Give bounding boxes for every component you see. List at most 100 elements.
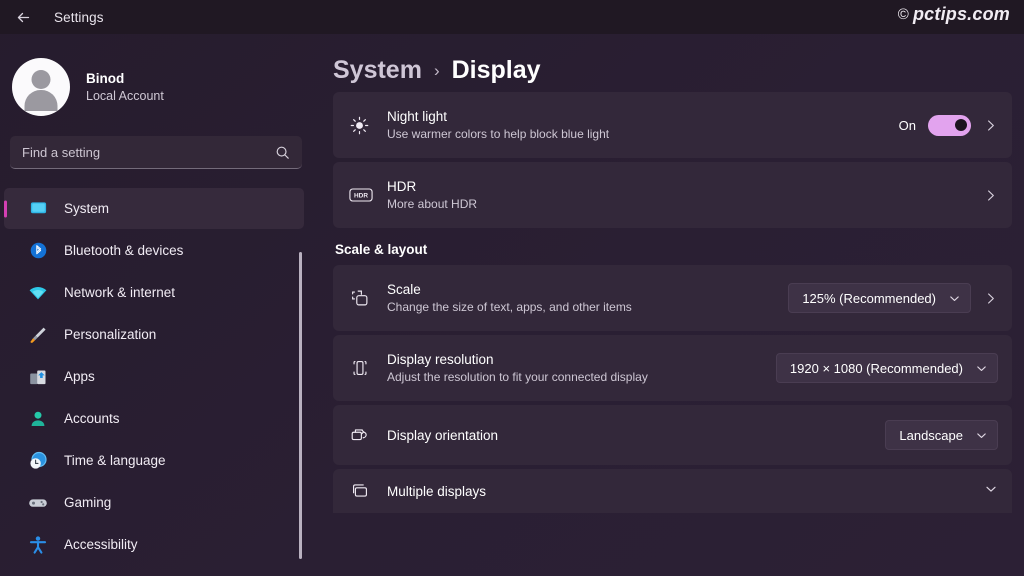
- sun-icon: [349, 115, 387, 136]
- night-light-toggle[interactable]: [928, 114, 971, 136]
- breadcrumb: System › Display: [333, 34, 1012, 92]
- chevron-down-icon: [975, 362, 988, 375]
- hdr-texts: HDR More about HDR: [387, 179, 983, 211]
- chevron-right-icon[interactable]: [983, 188, 998, 203]
- chevron-right-icon[interactable]: [983, 291, 998, 306]
- night-light-subtitle: Use warmer colors to help block blue lig…: [387, 127, 610, 141]
- scale-subtitle: Change the size of text, apps, and other…: [387, 300, 632, 314]
- sidebar-item-accounts[interactable]: Accounts: [4, 398, 304, 439]
- main-content: System › Display Night light Use warmer …: [312, 34, 1024, 576]
- scale-texts: Scale Change the size of text, apps, and…: [387, 282, 788, 314]
- clock-icon: [28, 451, 48, 471]
- scale-dropdown-value: 125% (Recommended): [802, 290, 936, 306]
- sidebar-nav: System Bluetooth & devices Network & int…: [0, 188, 312, 576]
- multiple-displays-icon: [349, 480, 387, 502]
- watermark-text: pctips.com: [912, 4, 1010, 24]
- search-icon[interactable]: [275, 145, 290, 160]
- chevron-down-icon[interactable]: [984, 482, 998, 501]
- account-card[interactable]: Binod Local Account: [0, 42, 312, 120]
- sidebar-item-system[interactable]: System: [4, 188, 304, 229]
- scale-controls: 125% (Recommended): [788, 283, 998, 313]
- page-title: Display: [451, 55, 541, 84]
- svg-text:HDR: HDR: [354, 192, 368, 199]
- display-resolution-dropdown-value: 1920 × 1080 (Recommended): [789, 360, 963, 376]
- display-resolution-dropdown[interactable]: 1920 × 1080 (Recommended): [775, 353, 998, 383]
- chevron-right-icon: ›: [433, 61, 440, 80]
- display-orientation-dropdown-value: Landscape: [899, 427, 963, 443]
- chevron-down-icon: [975, 429, 988, 442]
- brush-icon: [28, 325, 48, 345]
- display-resolution-texts: Display resolution Adjust the resolution…: [387, 352, 776, 384]
- sidebar-item-network-internet[interactable]: Network & internet: [4, 272, 304, 313]
- display-resolution-controls: 1920 × 1080 (Recommended): [775, 353, 998, 383]
- search-input[interactable]: [22, 144, 275, 160]
- sidebar-item-gaming[interactable]: Gaming: [4, 482, 304, 523]
- multiple-displays-card[interactable]: Multiple displays: [333, 469, 1012, 513]
- settings-window: Settings © pctips.com Binod Local Accoun…: [0, 0, 1024, 576]
- sidebar: Binod Local Account System: [0, 34, 312, 576]
- wifi-icon: [28, 283, 48, 303]
- bluetooth-icon: [28, 241, 48, 261]
- display-resolution-card[interactable]: Display resolution Adjust the resolution…: [333, 335, 1012, 401]
- sidebar-scrollbar[interactable]: [299, 252, 302, 559]
- account-type: Local Account: [86, 89, 164, 103]
- search-box[interactable]: [10, 136, 302, 169]
- multiple-displays-texts: Multiple displays: [387, 484, 984, 499]
- hdr-icon: HDR: [349, 185, 387, 205]
- resolution-icon: [349, 357, 387, 379]
- sidebar-item-label: Accounts: [64, 411, 120, 426]
- multiple-displays-title: Multiple displays: [387, 483, 487, 499]
- display-resolution-subtitle: Adjust the resolution to fit your connec…: [387, 370, 648, 384]
- hdr-subtitle[interactable]: More about HDR: [387, 197, 983, 211]
- arrow-left-icon: [15, 9, 32, 26]
- back-button[interactable]: [10, 4, 36, 30]
- hdr-title: HDR: [387, 179, 417, 194]
- night-light-card[interactable]: Night light Use warmer colors to help bl…: [333, 92, 1012, 158]
- display-orientation-card[interactable]: Display orientation Landscape: [333, 405, 1012, 465]
- sidebar-item-label: Apps: [64, 369, 95, 384]
- sidebar-item-label: Gaming: [64, 495, 112, 510]
- display-orientation-title: Display orientation: [387, 427, 499, 443]
- watermark: © pctips.com: [898, 4, 1010, 25]
- sidebar-item-label: Personalization: [64, 327, 157, 342]
- gamepad-icon: [28, 493, 48, 513]
- night-light-toggle-state: On: [898, 117, 916, 133]
- sidebar-item-label: Time & language: [64, 453, 166, 468]
- apps-icon: [28, 367, 48, 387]
- display-orientation-dropdown[interactable]: Landscape: [885, 420, 998, 450]
- sidebar-item-label: Bluetooth & devices: [64, 243, 184, 258]
- scale-title: Scale: [387, 282, 421, 297]
- hdr-controls: [983, 188, 998, 203]
- account-icon: [28, 409, 48, 429]
- night-light-texts: Night light Use warmer colors to help bl…: [387, 109, 899, 141]
- multiple-displays-controls: [984, 482, 998, 501]
- title-bar: Settings: [0, 0, 1024, 34]
- sidebar-item-time-language[interactable]: Time & language: [4, 440, 304, 481]
- scale-card[interactable]: Scale Change the size of text, apps, and…: [333, 265, 1012, 331]
- account-name: Binod: [86, 71, 125, 86]
- scale-layout-section-header: Scale & layout: [335, 242, 428, 257]
- copyright-icon: ©: [897, 6, 909, 23]
- window-title: Settings: [54, 9, 104, 25]
- night-light-title: Night light: [387, 109, 448, 124]
- sidebar-item-bluetooth-devices[interactable]: Bluetooth & devices: [4, 230, 304, 271]
- hdr-card[interactable]: HDR HDR More about HDR: [333, 162, 1012, 228]
- sidebar-item-label: Network & internet: [64, 285, 176, 300]
- display-orientation-texts: Display orientation: [387, 428, 885, 443]
- scale-dropdown[interactable]: 125% (Recommended): [788, 283, 971, 313]
- account-text: Binod Local Account: [86, 71, 164, 103]
- sidebar-item-apps[interactable]: Apps: [4, 356, 304, 397]
- scale-icon: [349, 287, 387, 309]
- sidebar-item-label: System: [64, 201, 110, 216]
- chevron-right-icon[interactable]: [983, 118, 998, 133]
- chevron-down-icon: [948, 292, 961, 305]
- sidebar-item-accessibility[interactable]: Accessibility: [4, 524, 304, 565]
- user-avatar-icon: [12, 58, 70, 116]
- accessibility-icon: [28, 535, 48, 555]
- sidebar-item-personalization[interactable]: Personalization: [4, 314, 304, 355]
- orientation-icon: [349, 424, 387, 446]
- display-resolution-title: Display resolution: [387, 352, 494, 367]
- display-orientation-controls: Landscape: [885, 420, 998, 450]
- breadcrumb-parent[interactable]: System: [333, 56, 422, 85]
- night-light-controls: On: [898, 114, 998, 136]
